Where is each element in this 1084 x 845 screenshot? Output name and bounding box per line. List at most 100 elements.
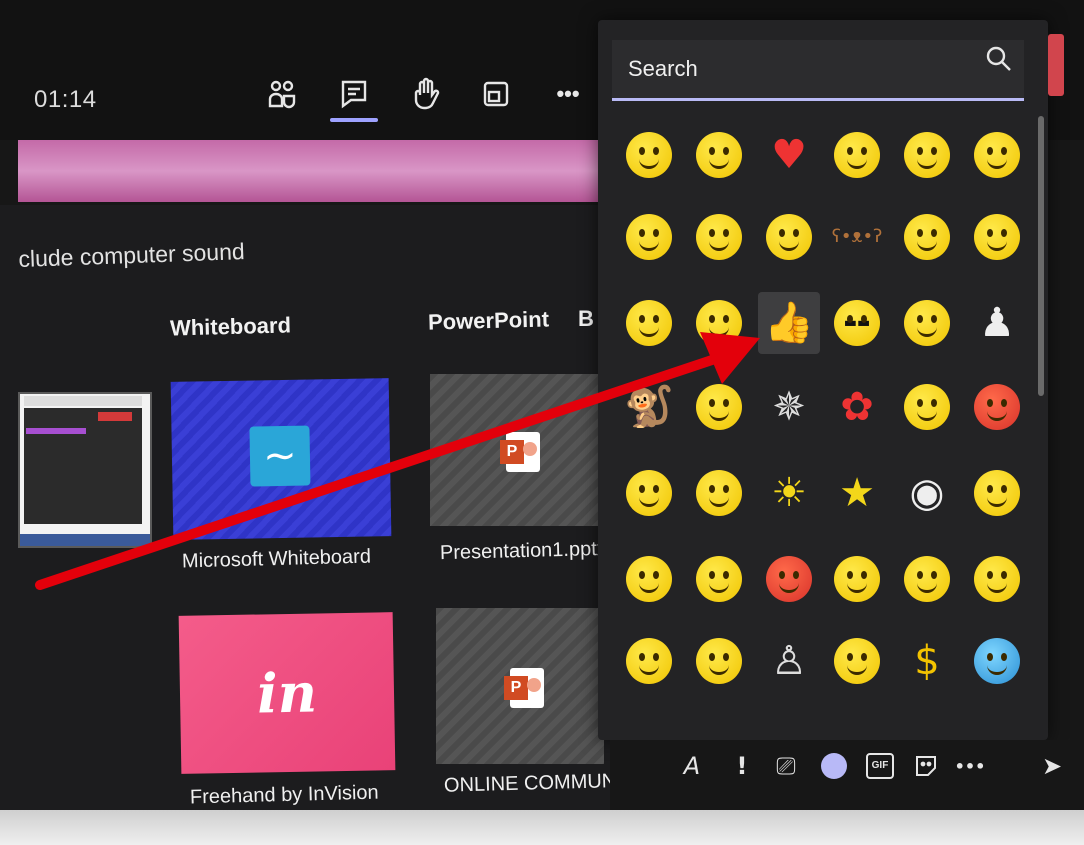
emoji-thumbs-up-icon[interactable]: 👍: [758, 292, 820, 354]
emoji-facepalm-icon[interactable]: [896, 548, 958, 610]
gif-button[interactable]: GIF: [864, 750, 896, 782]
window-share-tile[interactable]: [18, 392, 152, 548]
more-compose-options-icon[interactable]: •••: [954, 750, 986, 782]
panel-edge-accent: [1048, 34, 1064, 96]
search-icon[interactable]: [984, 44, 1014, 74]
sticker-icon[interactable]: [910, 750, 942, 782]
emoji-monkey-icon[interactable]: 🐒: [618, 376, 680, 438]
powerpoint-icon: P: [504, 668, 544, 708]
active-tab-indicator: [330, 118, 378, 122]
face-mouth: [639, 664, 659, 675]
important-icon[interactable]: !: [726, 750, 758, 782]
people-icon[interactable]: [262, 74, 302, 114]
face-mouth: [987, 410, 1007, 421]
emoji-giggle-icon[interactable]: [688, 376, 750, 438]
emoji-sleepy-icon[interactable]: [688, 630, 750, 692]
emoji-neutral-icon[interactable]: [618, 548, 680, 610]
emoji-lips-sealed-icon[interactable]: [826, 630, 888, 692]
emoji-button[interactable]: [818, 750, 850, 782]
emoji-blush-icon[interactable]: [966, 206, 1028, 268]
emoji-tongue-out-icon[interactable]: [966, 124, 1028, 186]
face-mouth: [987, 496, 1007, 507]
emoji-cool-sunglasses-icon[interactable]: ▬▬: [826, 292, 888, 354]
emoji-cry-icon[interactable]: [688, 206, 750, 268]
freehand-tile[interactable]: in: [178, 612, 396, 774]
emoji-skeptical-icon[interactable]: [688, 548, 750, 610]
send-icon[interactable]: ➤: [1036, 750, 1068, 782]
emoji-dancer-icon[interactable]: ✵: [758, 376, 820, 438]
emoji-meh-icon[interactable]: [966, 462, 1028, 524]
emoji-thinking-icon[interactable]: [896, 376, 958, 438]
face-shape: [696, 556, 742, 602]
dancer-glyph: ✵: [772, 384, 806, 430]
online-communication-tile[interactable]: P: [436, 608, 604, 764]
powerpoint-icon: P: [500, 432, 540, 472]
emoji-angry-icon[interactable]: [758, 548, 820, 610]
emoji-sad-icon[interactable]: [896, 124, 958, 186]
face-mouth: [639, 158, 659, 169]
face-mouth: [987, 158, 1007, 169]
cool-sunglasses-glyph: ▬▬: [843, 315, 871, 331]
pptx-caption: Presentation1.pptx: [439, 537, 608, 565]
emoji-sweat-icon[interactable]: [966, 548, 1028, 610]
face-mouth: [847, 582, 867, 593]
share-tray-icon[interactable]: [476, 74, 516, 114]
heart-glyph: ♥: [771, 132, 807, 178]
emoji-search-placeholder: Search: [628, 56, 698, 81]
emoji-devil-horns-icon[interactable]: [758, 206, 820, 268]
emoji-flower-icon[interactable]: ✿: [826, 376, 888, 438]
emoji-teddy-bear-icon[interactable]: ʕ•ᴥ•ʔ: [826, 206, 888, 268]
emoji-excited-icon[interactable]: [618, 630, 680, 692]
chat-icon[interactable]: [334, 74, 374, 114]
emoji-angry-devil-icon[interactable]: [966, 376, 1028, 438]
window-thumbnail-button: [98, 412, 132, 421]
emoji-wink-icon[interactable]: [618, 206, 680, 268]
face-shape: [974, 384, 1020, 430]
desk-background: [0, 810, 1084, 845]
emoji-surprised-icon[interactable]: [618, 292, 680, 354]
emoji-worried-icon[interactable]: [688, 462, 750, 524]
raise-hand-icon[interactable]: [406, 74, 446, 114]
face-shape: [974, 470, 1020, 516]
emoji-peeking-icon[interactable]: [688, 292, 750, 354]
whiteboard-logo-icon: ~: [249, 425, 311, 487]
attach-icon[interactable]: ⎚: [770, 750, 802, 782]
emoji-scrollbar[interactable]: [1038, 116, 1044, 396]
emoji-penguin-tux-icon[interactable]: ♟: [966, 292, 1028, 354]
emoji-polar-bear-icon[interactable]: ◉: [896, 462, 958, 524]
emoji-kiss-icon[interactable]: [826, 124, 888, 186]
emoji-laugh-icon[interactable]: [688, 124, 750, 186]
man-glyph: ♙: [771, 638, 807, 684]
penguin-tux-glyph: ♟: [979, 300, 1015, 346]
emoji-smile-icon[interactable]: [618, 124, 680, 186]
face-mouth: [847, 158, 867, 169]
face-mouth: [917, 326, 937, 337]
teddy-bear-glyph: ʕ•ᴥ•ʔ: [831, 226, 883, 247]
emoji-cold-face-icon[interactable]: [966, 630, 1028, 692]
pptx-tile[interactable]: P: [430, 374, 600, 526]
emoji-party-icon[interactable]: [618, 462, 680, 524]
section-browse-label: B: [578, 306, 594, 331]
flower-glyph: ✿: [840, 384, 874, 430]
face-shape: [626, 556, 672, 602]
more-options-icon[interactable]: •••: [548, 74, 588, 114]
emoji-heart-icon[interactable]: ♥: [758, 124, 820, 186]
emoji-man-icon[interactable]: ♙: [758, 630, 820, 692]
format-icon[interactable]: A: [676, 750, 708, 782]
meeting-timer: 01:14: [34, 86, 97, 113]
face-shape: [834, 638, 880, 684]
emoji-laughing-hard-icon[interactable]: [896, 292, 958, 354]
emoji-sick-icon[interactable]: [826, 548, 888, 610]
freehand-caption: Freehand by InVision: [189, 781, 379, 809]
face-mouth: [917, 410, 937, 421]
face-mouth: [639, 582, 659, 593]
whiteboard-tile[interactable]: ~: [170, 378, 392, 540]
emoji-star-icon[interactable]: ★: [826, 462, 888, 524]
face-shape: [626, 214, 672, 260]
face-mouth: [917, 582, 937, 593]
emoji-sun-icon[interactable]: ☀: [758, 462, 820, 524]
gif-icon: GIF: [866, 753, 894, 779]
emoji-rofl-icon[interactable]: [896, 206, 958, 268]
section-powerpoint-label: PowerPoint: [427, 306, 550, 335]
emoji-dollar-icon[interactable]: $: [896, 630, 958, 692]
